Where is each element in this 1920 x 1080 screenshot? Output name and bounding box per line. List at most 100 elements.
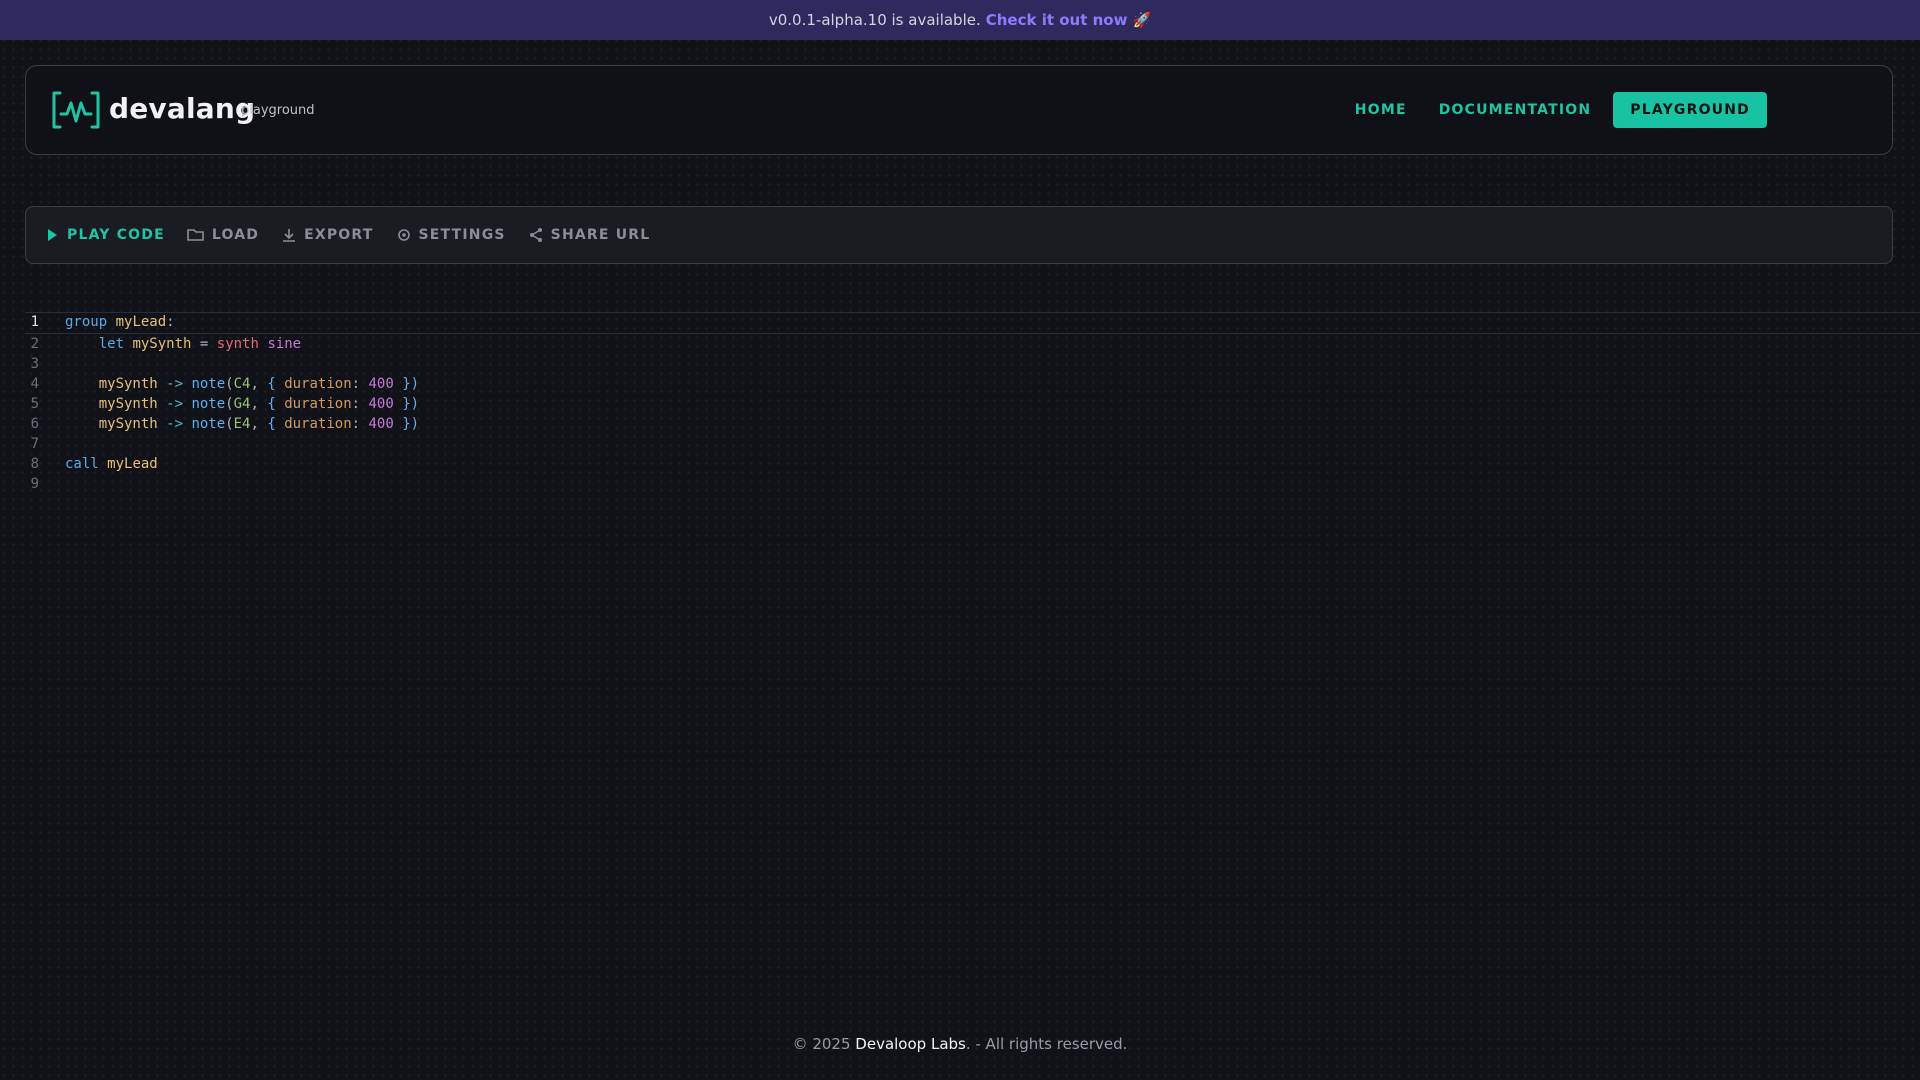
waveform-logo-icon[interactable]	[51, 90, 101, 130]
code-line[interactable]: 8 call myLead	[25, 454, 1905, 474]
code-token: sine	[267, 336, 302, 352]
site-header: devalang playground HOME DOCUMENTATION P…	[25, 65, 1893, 155]
brand-name[interactable]: devalang	[109, 92, 255, 126]
code-line[interactable]: 3	[25, 354, 1905, 374]
code-line[interactable]: 9	[25, 474, 1905, 494]
code-token: duration	[284, 396, 352, 412]
editor-toolbar: PLAY CODE LOAD EXPORT SETTINGS SHARE URL	[25, 206, 1893, 264]
code-token: (	[225, 396, 234, 412]
share-url-button[interactable]: SHARE URL	[528, 227, 651, 243]
code-line[interactable]: 7	[25, 434, 1905, 454]
code-token: group	[65, 314, 108, 330]
code-line[interactable]: 2 let mySynth = synth sine	[25, 334, 1905, 354]
line-number: 8	[30, 456, 39, 472]
code-token: mySynth	[98, 416, 158, 432]
code-token: })	[393, 376, 420, 392]
brand-subtitle: playground	[241, 103, 315, 118]
code-token: ,	[250, 416, 268, 432]
settings-icon	[396, 227, 412, 243]
code-token: =	[191, 336, 217, 352]
load-button[interactable]: LOAD	[187, 227, 259, 243]
code-token: mySynth	[98, 396, 158, 412]
line-number: 3	[30, 356, 39, 372]
code-token: {	[267, 396, 285, 412]
nav-documentation[interactable]: DOCUMENTATION	[1439, 102, 1592, 118]
banner-message: v0.0.1-alpha.10 is available.	[768, 11, 981, 29]
main-nav: HOME DOCUMENTATION PLAYGROUND	[1323, 92, 1767, 128]
code-line[interactable]: 5 mySynth -> note(G4, { duration: 400 })	[25, 394, 1905, 414]
code-token: ->	[157, 396, 192, 412]
code-token: let	[98, 336, 125, 352]
footer-brand-link[interactable]: Devaloop Labs	[855, 1035, 966, 1053]
code-token: 400	[368, 416, 394, 432]
nav-playground-button[interactable]: PLAYGROUND	[1613, 92, 1767, 128]
share-url-label: SHARE URL	[550, 227, 651, 243]
line-number: 4	[30, 376, 39, 392]
export-label: EXPORT	[304, 227, 374, 243]
code-token: :	[351, 416, 369, 432]
line-number: 7	[30, 436, 39, 452]
code-token: C4	[233, 376, 251, 392]
line-number: 6	[30, 416, 39, 432]
code-token: 400	[368, 396, 394, 412]
footer-suffix: . - All rights reserved.	[965, 1035, 1128, 1053]
line-number: 1	[30, 314, 39, 330]
load-label: LOAD	[211, 227, 260, 243]
code-token: G4	[233, 396, 251, 412]
code-token: synth	[216, 336, 259, 352]
code-token: mySynth	[132, 336, 192, 352]
code-token: note	[191, 416, 226, 432]
play-code-label: PLAY CODE	[67, 227, 165, 243]
banner-link[interactable]: Check it out now	[986, 11, 1128, 29]
rocket-emoji: 🚀	[1132, 11, 1152, 29]
code-token: ->	[157, 416, 192, 432]
announcement-banner: v0.0.1-alpha.10 is available. Check it o…	[0, 0, 1920, 40]
code-token: ,	[250, 396, 268, 412]
code-token: :	[351, 396, 369, 412]
play-code-button[interactable]: PLAY CODE	[44, 227, 165, 243]
code-token: {	[267, 416, 285, 432]
code-editor[interactable]: 1 group myLead: 2 let mySynth = synth sine…	[25, 312, 1920, 494]
settings-label: SETTINGS	[418, 227, 506, 243]
code-token: })	[393, 416, 420, 432]
code-token: myLead	[107, 456, 158, 472]
code-token: {	[267, 376, 285, 392]
code-token: note	[191, 376, 226, 392]
code-line[interactable]: 6 mySynth -> note(E4, { duration: 400 })	[25, 414, 1905, 434]
code-token: :	[166, 314, 175, 330]
footer-copyright: © 2025	[792, 1035, 851, 1053]
play-icon	[44, 227, 60, 243]
code-token: ->	[157, 376, 192, 392]
code-token: note	[191, 396, 226, 412]
code-line[interactable]: 1 group myLead:	[25, 312, 1920, 334]
code-token: (	[225, 416, 234, 432]
share-icon	[528, 227, 544, 243]
code-token: 400	[368, 376, 394, 392]
code-token: (	[225, 376, 234, 392]
export-button[interactable]: EXPORT	[281, 227, 373, 243]
code-token: :	[351, 376, 369, 392]
nav-home[interactable]: HOME	[1355, 102, 1407, 118]
code-token: E4	[233, 416, 251, 432]
code-token: myLead	[115, 314, 167, 330]
code-token: duration	[284, 376, 352, 392]
folder-open-icon	[187, 227, 205, 243]
code-token: ,	[250, 376, 268, 392]
line-number: 2	[30, 336, 39, 352]
code-token: duration	[284, 416, 352, 432]
code-token: call	[65, 456, 99, 472]
download-icon	[281, 227, 297, 243]
settings-button[interactable]: SETTINGS	[396, 227, 506, 243]
code-token: mySynth	[98, 376, 158, 392]
site-footer: © 2025 Devaloop Labs. - All rights reser…	[0, 1035, 1920, 1053]
line-number: 9	[30, 476, 39, 492]
code-line[interactable]: 4 mySynth -> note(C4, { duration: 400 })	[25, 374, 1905, 394]
line-number: 5	[30, 396, 39, 412]
code-token: })	[393, 396, 420, 412]
